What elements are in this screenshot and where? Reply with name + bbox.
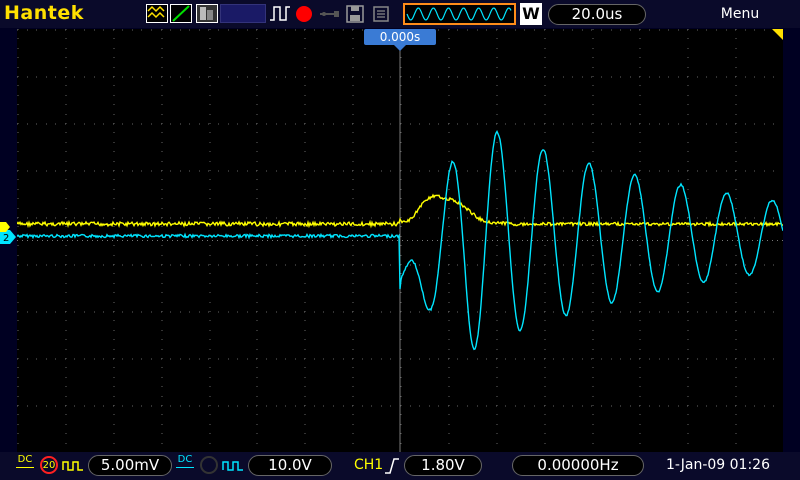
print-icon[interactable] xyxy=(370,4,392,23)
rising-edge-icon[interactable] xyxy=(384,457,400,475)
waveform-display xyxy=(17,29,783,452)
ch1-ground-marker[interactable] xyxy=(0,222,10,232)
memory-window-indicator xyxy=(403,3,516,25)
ch1-bw-limit-label: 20 xyxy=(42,460,56,471)
vector-display-icon[interactable] xyxy=(170,4,192,23)
ch2-volts-div-readout[interactable]: 10.0V xyxy=(248,455,332,476)
acquire-mode-icon[interactable] xyxy=(146,4,168,23)
run-stop-icon[interactable] xyxy=(294,4,314,23)
svg-text:2: 2 xyxy=(3,233,9,244)
trigger-position-label: 0.000s xyxy=(379,30,421,44)
trigger-mode-badge[interactable]: W xyxy=(520,3,542,25)
single-pulse-icon[interactable] xyxy=(268,4,292,23)
trigger-position-pointer xyxy=(393,44,407,51)
ch1-invert-icon[interactable] xyxy=(62,458,84,474)
trigger-level-readout[interactable]: 1.80V xyxy=(404,455,482,476)
top-bar: Hantek W 20.0us Menu xyxy=(0,0,800,28)
ch2-bandwidth-limit-badge[interactable] xyxy=(200,456,218,474)
trigger-level-corner-marker xyxy=(772,29,783,40)
frequency-readout: 0.00000Hz xyxy=(512,455,644,476)
waveform-slot-box xyxy=(220,4,266,23)
graticule xyxy=(17,29,783,452)
timebase-readout[interactable]: 20.0us xyxy=(548,4,646,25)
ch1-volts-div-readout[interactable]: 5.00mV xyxy=(88,455,172,476)
brand-logo: Hantek xyxy=(4,2,84,24)
trigger-position-marker[interactable]: 0.000s xyxy=(364,29,436,45)
menu-button[interactable]: Menu xyxy=(700,6,780,22)
ch2-coupling-label: DC xyxy=(177,454,193,465)
usb-icon xyxy=(318,4,340,23)
ch1-coupling-indicator[interactable]: DC xyxy=(16,455,34,477)
ch1-coupling-label: DC xyxy=(17,454,33,465)
ch2-invert-icon[interactable] xyxy=(222,458,244,474)
bottom-bar: DC 20 5.00mV DC 10.0V CH1 1.80V 0.00000H… xyxy=(0,452,800,480)
ch2-coupling-indicator[interactable]: DC xyxy=(176,455,194,477)
datetime-readout: 1-Jan-09 01:26 xyxy=(666,457,770,473)
trigger-source-label[interactable]: CH1 xyxy=(354,457,383,473)
ch1-bandwidth-limit-badge[interactable]: 20 xyxy=(40,456,58,474)
ch2-ground-marker[interactable]: 2 xyxy=(0,230,17,244)
save-icon[interactable] xyxy=(344,4,366,23)
persistence-icon[interactable] xyxy=(196,4,218,23)
